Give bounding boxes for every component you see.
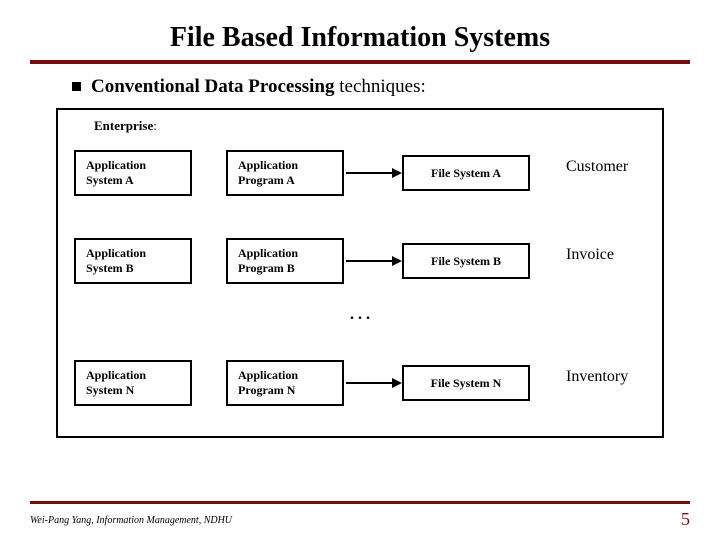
entity-label: Invoice (566, 246, 614, 264)
slide-title: File Based Information Systems (0, 0, 720, 60)
diagram-row: Application System N Application Program… (58, 360, 662, 416)
file-system-box: File System N (402, 365, 530, 401)
page-number: 5 (681, 509, 690, 530)
enterprise-label: Enterprise: (94, 118, 157, 134)
file-system-box: File System A (402, 155, 530, 191)
title-underline (30, 60, 690, 64)
enterprise-colon: : (153, 118, 157, 133)
diagram-row: Application System A Application Program… (58, 150, 662, 206)
app-system-box: Application System A (74, 150, 192, 196)
app-system-box: Application System N (74, 360, 192, 406)
enterprise-bold: Enterprise (94, 118, 153, 133)
ellipsis: . . . (58, 306, 662, 324)
arrow-icon (346, 172, 400, 174)
bullet-icon (72, 82, 81, 91)
file-system-box: File System B (402, 243, 530, 279)
entity-label: Customer (566, 158, 628, 176)
diagram-frame: Enterprise: Application System A Applica… (56, 108, 664, 438)
arrow-icon (346, 382, 400, 384)
footer-line (30, 501, 690, 504)
footer-text: Wei-Pang Yang, Information Management, N… (30, 515, 232, 526)
app-program-box: Application Program N (226, 360, 344, 406)
diagram-row: Application System B Application Program… (58, 238, 662, 294)
app-program-box: Application Program B (226, 238, 344, 284)
subtitle-bold: Conventional Data Processing (91, 76, 334, 97)
subtitle-rest: techniques: (334, 76, 425, 97)
app-program-box: Application Program A (226, 150, 344, 196)
entity-label: Inventory (566, 368, 628, 386)
app-system-box: Application System B (74, 238, 192, 284)
arrow-icon (346, 260, 400, 262)
subtitle: Conventional Data Processing techniques: (72, 76, 720, 98)
